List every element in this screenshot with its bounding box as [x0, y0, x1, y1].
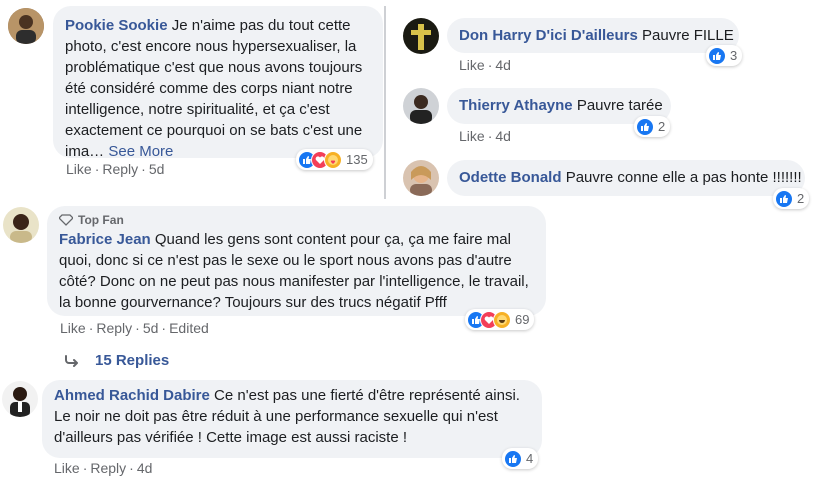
comment-text: Pauvre FILLE	[642, 27, 734, 44]
like-reaction-icon	[504, 449, 522, 468]
reply-button[interactable]: Reply	[102, 161, 138, 177]
comment-bubble-don: Don Harry D'ici D'ailleurs Pauvre FILLE	[447, 18, 739, 53]
avatar-don-harry[interactable]	[403, 18, 439, 54]
separator: ·	[161, 320, 167, 336]
like-button[interactable]: Like	[54, 460, 80, 476]
avatar-ahmed-rachid-dabire[interactable]	[2, 381, 38, 417]
comment-body: Ahmed Rachid Dabire Ce n'est pas une fie…	[54, 385, 530, 448]
comment-actions: Like · 4d	[459, 57, 511, 73]
comment-time[interactable]: 4d	[495, 128, 511, 144]
comment-actions: Like · Reply · 4d	[54, 460, 152, 476]
comment-bubble-ahmed: Ahmed Rachid Dabire Ce n'est pas une fie…	[42, 380, 542, 458]
avatar-image	[8, 8, 44, 44]
comment-author[interactable]: Pookie Sookie	[65, 17, 168, 34]
reaction-summary[interactable]: 69	[465, 309, 535, 330]
avatar-image	[403, 88, 439, 124]
haha-reaction-icon	[493, 310, 511, 329]
comment-bubble-pookie: Pookie Sookie Je n'aime pas du tout cett…	[53, 6, 383, 160]
reaction-count: 2	[658, 119, 666, 134]
comment-body: Thierry Athayne Pauvre tarée	[459, 95, 663, 116]
top-fan-badge: Top Fan	[59, 211, 534, 229]
avatar-fabrice-jean[interactable]	[3, 207, 39, 243]
avatar-image	[2, 381, 38, 417]
separator: ·	[129, 460, 134, 476]
comment-author[interactable]: Odette Bonald	[459, 169, 562, 186]
like-button[interactable]: Like	[60, 320, 86, 336]
comment-actions: Like · Reply · 5d · Edited	[60, 320, 209, 336]
avatar-odette-bonald[interactable]	[403, 160, 439, 196]
reaction-count: 69	[515, 312, 530, 327]
reaction-summary[interactable]: 2	[773, 188, 810, 209]
like-reaction-icon	[636, 117, 654, 136]
see-more-link[interactable]: See More	[108, 143, 173, 160]
comment-body: Odette Bonald Pauvre conne elle a pas ho…	[459, 167, 802, 188]
like-button[interactable]: Like	[459, 57, 485, 73]
comment-author[interactable]: Thierry Athayne	[459, 97, 573, 114]
comment-text: Je n'aime pas du tout cette photo, c'est…	[65, 17, 363, 160]
comment-body: Fabrice Jean Quand les gens sont content…	[59, 229, 534, 313]
reaction-summary[interactable]: 3	[706, 45, 743, 66]
comment-time[interactable]: 4d	[495, 57, 511, 73]
avatar-thierry-athayne[interactable]	[403, 88, 439, 124]
reaction-summary[interactable]: 135	[296, 149, 373, 170]
comment-time[interactable]: 5d	[143, 320, 159, 336]
reaction-summary[interactable]: 2	[634, 116, 671, 137]
diamond-icon	[59, 214, 73, 226]
comment-text: Pauvre tarée	[576, 97, 663, 114]
comment-actions: Like · 4d	[459, 128, 511, 144]
care-reaction-icon	[324, 150, 342, 169]
view-replies-link[interactable]: 15 Replies	[64, 352, 169, 369]
reply-button[interactable]: Reply	[90, 460, 126, 476]
separator: ·	[135, 320, 140, 336]
avatar-image	[3, 207, 39, 243]
avatar-image	[403, 18, 439, 54]
separator: ·	[94, 161, 100, 177]
like-reaction-icon	[775, 189, 793, 208]
separator: ·	[487, 128, 493, 144]
comment-actions: Like · Reply · 5d	[66, 161, 164, 177]
badge-label: Top Fan	[78, 213, 124, 227]
separator: ·	[82, 460, 88, 476]
comment-body: Pookie Sookie Je n'aime pas du tout cett…	[65, 15, 371, 162]
comment-time[interactable]: 4d	[137, 460, 153, 476]
avatar-image	[403, 160, 439, 196]
comment-author[interactable]: Fabrice Jean	[59, 231, 151, 248]
reaction-count: 135	[346, 152, 368, 167]
comment-bubble-fabrice: Top Fan Fabrice Jean Quand les gens sont…	[47, 206, 546, 316]
edited-label[interactable]: Edited	[169, 320, 209, 336]
reply-thread-line	[384, 6, 386, 199]
comment-author[interactable]: Ahmed Rachid Dabire	[54, 387, 210, 404]
reply-button[interactable]: Reply	[96, 320, 132, 336]
replies-count[interactable]: 15 Replies	[95, 352, 169, 369]
avatar-pookie-sookie[interactable]	[8, 8, 44, 44]
comment-bubble-odette: Odette Bonald Pauvre conne elle a pas ho…	[447, 160, 805, 196]
like-button[interactable]: Like	[459, 128, 485, 144]
separator: ·	[88, 320, 94, 336]
like-button[interactable]: Like	[66, 161, 92, 177]
reaction-count: 4	[526, 451, 534, 466]
comment-text: Pauvre conne elle a pas honte !!!!!!!	[565, 169, 802, 186]
separator: ·	[487, 57, 493, 73]
separator: ·	[141, 161, 146, 177]
reply-arrow-icon	[65, 354, 78, 367]
comment-time[interactable]: 5d	[149, 161, 165, 177]
like-reaction-icon	[708, 46, 726, 65]
reaction-count: 3	[730, 48, 738, 63]
reaction-count: 2	[797, 191, 805, 206]
reaction-summary[interactable]: 4	[502, 448, 539, 469]
comment-author[interactable]: Don Harry D'ici D'ailleurs	[459, 27, 638, 44]
comment-body: Don Harry D'ici D'ailleurs Pauvre FILLE	[459, 25, 734, 46]
